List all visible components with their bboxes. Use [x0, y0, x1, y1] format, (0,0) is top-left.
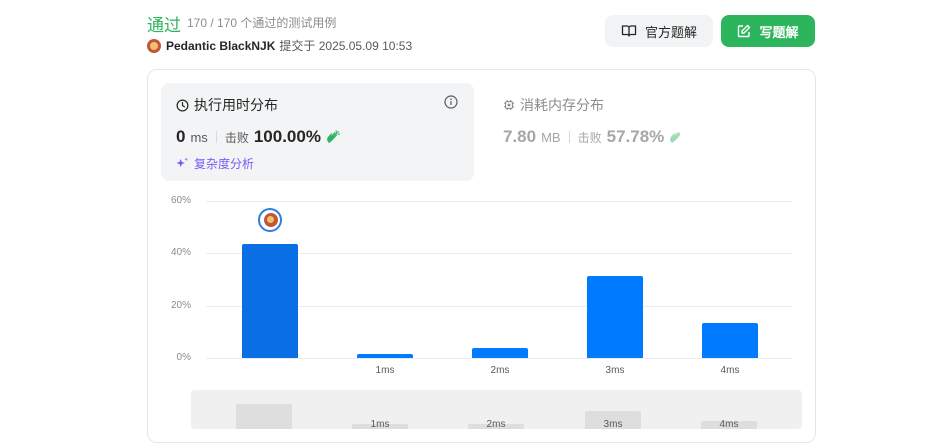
book-open-icon	[621, 25, 637, 37]
chart-range-slider[interactable]: 1ms 2ms 3ms 4ms	[191, 390, 802, 429]
memory-title-label: 消耗内存分布	[520, 97, 604, 113]
divider	[568, 131, 570, 143]
official-solution-label: 官方题解	[644, 24, 697, 40]
official-solution-button[interactable]: 官方题解	[605, 15, 713, 47]
memory-value: 7.80	[503, 127, 537, 146]
current-submission-avatar[interactable]	[258, 208, 282, 232]
clap-icon	[327, 130, 341, 143]
complexity-analysis-link[interactable]: 复杂度分析	[176, 155, 254, 172]
submission-meta: Pedantic BlackNJK 提交于 2025.05.09 10:53	[147, 37, 412, 54]
minimap-label: 4ms	[719, 419, 739, 429]
y-tick-label: 40%	[170, 247, 191, 259]
clock-icon	[176, 99, 189, 111]
info-icon[interactable]	[444, 95, 458, 114]
status-label: 通过	[147, 16, 181, 35]
y-tick-label: 60%	[170, 195, 191, 206]
runtime-title-label: 执行用时分布	[194, 97, 278, 113]
bar-3ms[interactable]	[587, 275, 643, 358]
bar-2ms[interactable]	[472, 347, 528, 358]
minimap-bar	[236, 403, 292, 429]
minimap-label: 3ms	[603, 419, 623, 429]
memory-tab[interactable]: 消耗内存分布	[503, 95, 604, 115]
beat-label: 击败	[577, 130, 602, 145]
y-tick-label: 20%	[170, 299, 191, 311]
edit-icon	[738, 24, 751, 38]
x-tick-label: 2ms	[490, 365, 510, 376]
runtime-title: 执行用时分布	[176, 95, 278, 115]
username-link[interactable]: Pedantic BlackNJK	[166, 39, 275, 53]
minimap-label: 1ms	[370, 419, 390, 429]
divider	[215, 131, 217, 143]
chip-icon	[503, 99, 515, 111]
clap-icon	[670, 132, 681, 143]
memory-value-row: 7.80 MB 击败 57.78%	[503, 127, 684, 147]
bar-4ms[interactable]	[702, 322, 758, 358]
write-solution-label: 写题解	[759, 24, 799, 40]
y-tick-label: 0%	[176, 352, 191, 363]
runtime-beat-value: 100.00%	[253, 127, 321, 146]
avatar[interactable]	[147, 38, 161, 53]
bar-1ms[interactable]	[357, 354, 413, 358]
complexity-label: 复杂度分析	[194, 157, 255, 171]
bar-0ms[interactable]	[242, 244, 298, 358]
x-tick-label: 4ms	[720, 365, 740, 376]
beat-label: 击败	[224, 130, 249, 145]
x-tick-label: 1ms	[375, 365, 395, 376]
test-case-count: 170 / 170 个通过的测试用例	[187, 16, 337, 30]
x-tick-label: 3ms	[605, 365, 625, 376]
gridline	[206, 358, 792, 359]
memory-unit: MB	[541, 129, 561, 145]
submit-time: 提交于 2025.05.09 10:53	[279, 39, 413, 53]
memory-beat-value: 57.78%	[606, 127, 665, 146]
minimap-label: 2ms	[486, 419, 506, 429]
sparkle-icon	[176, 157, 189, 168]
runtime-value: 0	[176, 127, 186, 146]
gridline	[206, 201, 792, 202]
write-solution-button[interactable]: 写题解	[721, 15, 815, 47]
runtime-unit: ms	[190, 129, 208, 145]
runtime-value-row: 0 ms 击败 100.00%	[176, 127, 341, 147]
